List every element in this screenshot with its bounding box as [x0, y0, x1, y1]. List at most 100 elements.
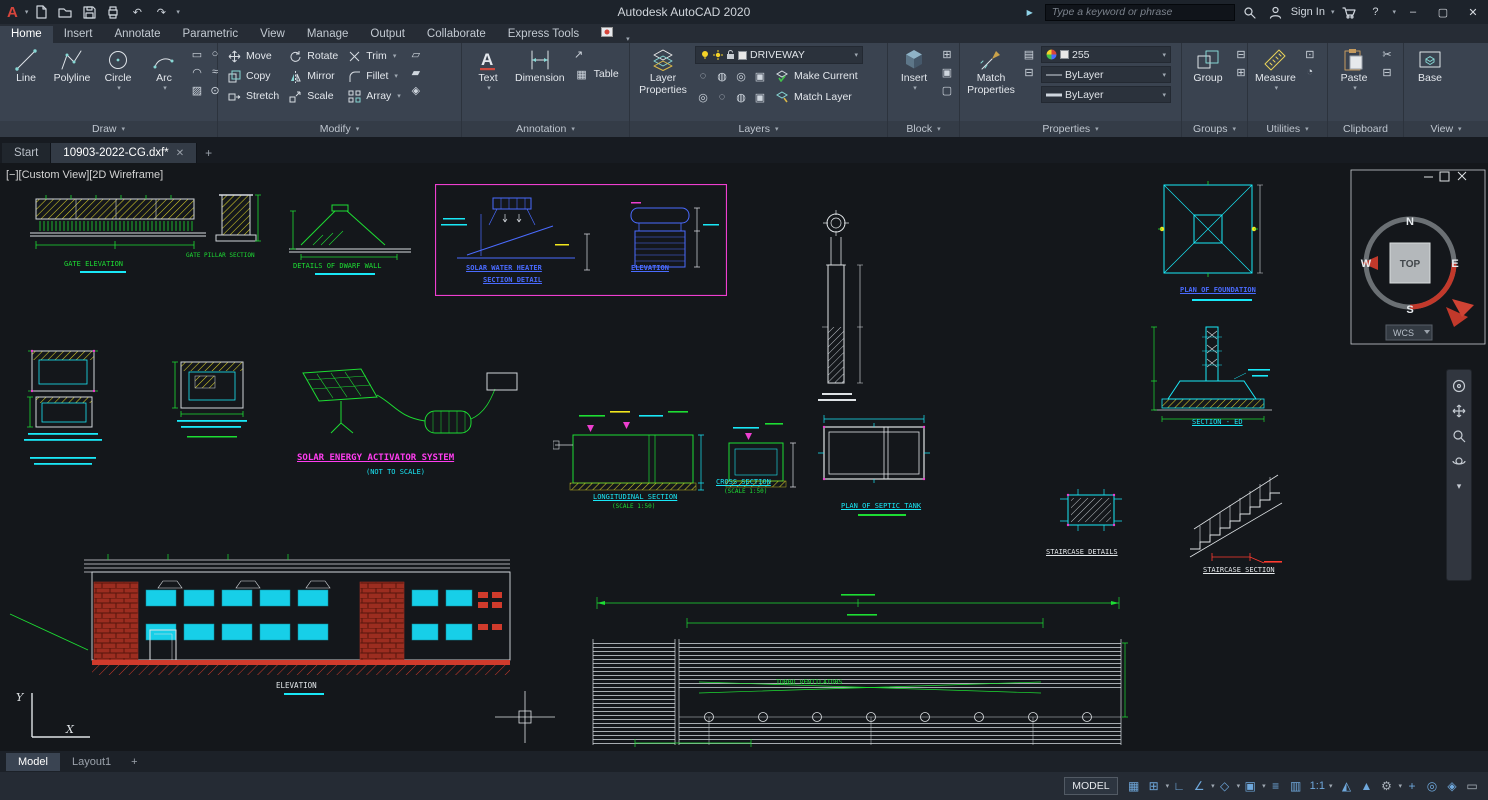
- copy-clip-icon[interactable]: ⊟: [1379, 64, 1395, 80]
- layer-off-icon[interactable]: ◌: [695, 68, 711, 84]
- panel-title-clipboard[interactable]: Clipboard: [1328, 121, 1403, 137]
- linetype-dropdown[interactable]: ByLayer ▾: [1041, 66, 1171, 83]
- viewcube[interactable]: TOP N W E S WCS: [1348, 167, 1488, 347]
- autocad-logo-icon[interactable]: A: [4, 5, 21, 20]
- viewport-controls[interactable]: [−][Custom View][2D Wireframe]: [6, 169, 163, 181]
- properties-list-icon[interactable]: ▤: [1021, 46, 1037, 62]
- grid-display-icon[interactable]: ▦: [1124, 776, 1144, 796]
- insert-button[interactable]: Insert ▾: [893, 46, 935, 93]
- base-button[interactable]: Base: [1409, 46, 1451, 86]
- undo-button[interactable]: ↶: [126, 2, 148, 22]
- new-drawing-tab-button[interactable]: +: [197, 143, 220, 163]
- match-layer-button[interactable]: Match Layer: [771, 87, 855, 107]
- quick-calc-icon[interactable]: ◔: [1302, 64, 1318, 80]
- layer-freeze-icon[interactable]: ◍: [714, 68, 730, 84]
- panel-title-layers[interactable]: Layers▾: [630, 121, 887, 137]
- cut-icon[interactable]: ✂: [1379, 46, 1395, 62]
- object-isolate-icon[interactable]: ◎: [1422, 776, 1442, 796]
- save-button[interactable]: [78, 2, 100, 22]
- scale-button[interactable]: Scale: [284, 86, 341, 106]
- text-button[interactable]: A Text ▾: [467, 46, 509, 93]
- autoscale-icon[interactable]: ▲: [1356, 776, 1376, 796]
- file-tab-start[interactable]: Start: [2, 143, 51, 163]
- polyline-button[interactable]: Polyline: [51, 46, 93, 86]
- sign-in-button[interactable]: Sign In: [1291, 6, 1325, 18]
- app-store-cart-icon[interactable]: [1338, 2, 1360, 22]
- maximize-button[interactable]: ▢: [1430, 1, 1456, 23]
- insert-chevron-icon[interactable]: ▾: [913, 85, 917, 93]
- layer-freeze2-icon[interactable]: ◍: [733, 89, 749, 105]
- object-snap-icon[interactable]: ▣: [1240, 776, 1260, 796]
- arc-button[interactable]: Arc ▾: [143, 46, 185, 93]
- tab-output[interactable]: Output: [359, 26, 416, 43]
- polar-tracking-icon[interactable]: ∠: [1189, 776, 1209, 796]
- model-space-button[interactable]: MODEL: [1064, 777, 1117, 795]
- featured-apps-icon[interactable]: [590, 25, 624, 43]
- paste-chevron-icon[interactable]: ▾: [1353, 85, 1357, 93]
- ribbon-options-chevron-icon[interactable]: ▾: [626, 35, 630, 43]
- sign-in-chevron-icon[interactable]: ▾: [1331, 8, 1335, 16]
- tab-collaborate[interactable]: Collaborate: [416, 26, 497, 43]
- measure-button[interactable]: Measure ▾: [1253, 46, 1298, 93]
- app-menu-chevron-icon[interactable]: ▾: [25, 8, 29, 16]
- annotation-scale-button[interactable]: 1:1▾: [1306, 780, 1337, 792]
- paste-button[interactable]: Paste ▾: [1333, 46, 1375, 93]
- pan-icon[interactable]: [1451, 403, 1467, 419]
- array-button[interactable]: Array▾: [343, 86, 404, 106]
- hatch-icon[interactable]: ▨: [189, 82, 205, 98]
- panel-title-utilities[interactable]: Utilities▾: [1248, 121, 1327, 137]
- keytip-play-icon[interactable]: ▶: [1019, 2, 1041, 22]
- lineweight-display-icon[interactable]: ≡: [1266, 776, 1286, 796]
- layer-color-icon[interactable]: ▣: [752, 68, 768, 84]
- layout-tab-model[interactable]: Model: [6, 753, 60, 771]
- ucs-icon[interactable]: Y X: [12, 687, 102, 745]
- quick-properties-icon[interactable]: ▥: [1286, 776, 1306, 796]
- copy-button[interactable]: Copy: [223, 66, 282, 86]
- arc-chevron-icon[interactable]: ▾: [163, 85, 167, 93]
- annotation-monitor-icon[interactable]: +: [1402, 776, 1422, 796]
- make-current-button[interactable]: Make Current: [771, 66, 861, 86]
- panel-title-properties[interactable]: Properties▾: [960, 121, 1181, 137]
- table-button[interactable]: ▦Table: [571, 64, 622, 84]
- group-button[interactable]: Group: [1187, 46, 1229, 86]
- navigation-wheel-icon[interactable]: [1451, 378, 1467, 394]
- redo-button[interactable]: ↷: [150, 2, 172, 22]
- workspace-gear-icon[interactable]: ⚙: [1376, 776, 1396, 796]
- revision-cloud-icon[interactable]: ◠: [189, 64, 205, 80]
- ortho-mode-icon[interactable]: ∟: [1169, 776, 1189, 796]
- tab-insert[interactable]: Insert: [53, 26, 104, 43]
- clean-screen-icon[interactable]: ▭: [1462, 776, 1482, 796]
- text-chevron-icon[interactable]: ▾: [487, 85, 491, 93]
- match-properties-button[interactable]: Match Properties: [965, 46, 1017, 97]
- dimension-button[interactable]: Dimension: [513, 46, 567, 86]
- explode-icon[interactable]: ◈: [408, 82, 424, 98]
- tab-manage[interactable]: Manage: [296, 26, 360, 43]
- tab-parametric[interactable]: Parametric: [172, 26, 250, 43]
- layer-unisolate-icon[interactable]: ◌: [714, 89, 730, 105]
- graphics-performance-icon[interactable]: ◈: [1442, 776, 1462, 796]
- tab-annotate[interactable]: Annotate: [103, 26, 171, 43]
- circle-chevron-icon[interactable]: ▾: [117, 85, 121, 93]
- drawing-canvas[interactable]: [−][Custom View][2D Wireframe] GATE ELEV…: [0, 163, 1488, 751]
- group-add-icon[interactable]: ⊞: [1233, 64, 1249, 80]
- close-button[interactable]: ✕: [1460, 1, 1486, 23]
- panel-title-modify[interactable]: Modify▾: [218, 121, 461, 137]
- group-edit-icon[interactable]: ⊟: [1233, 46, 1249, 62]
- properties-toggle-icon[interactable]: ⊟: [1021, 64, 1037, 80]
- circle-button[interactable]: Circle ▾: [97, 46, 139, 93]
- layer-lock-icon[interactable]: ◎: [733, 68, 749, 84]
- file-tab-close-icon[interactable]: ✕: [176, 148, 184, 159]
- rectangle-icon[interactable]: ▭: [189, 46, 205, 62]
- layer-lock2-icon[interactable]: ▣: [752, 89, 768, 105]
- layer-isolate-icon[interactable]: ◎: [695, 89, 711, 105]
- panel-title-annotation[interactable]: Annotation▾: [462, 121, 629, 137]
- trim-button[interactable]: Trim▾: [343, 46, 404, 66]
- mirror-button[interactable]: Mirror: [284, 66, 341, 86]
- layer-dropdown[interactable]: DRIVEWAY ▾: [695, 46, 863, 64]
- move-button[interactable]: Move: [223, 46, 282, 66]
- edit-polyline-icon[interactable]: ▱: [408, 46, 424, 62]
- open-file-button[interactable]: [54, 2, 76, 22]
- stretch-button[interactable]: Stretch: [223, 86, 282, 106]
- panel-title-draw[interactable]: Draw▾: [0, 121, 217, 137]
- zoom-icon[interactable]: [1451, 428, 1467, 444]
